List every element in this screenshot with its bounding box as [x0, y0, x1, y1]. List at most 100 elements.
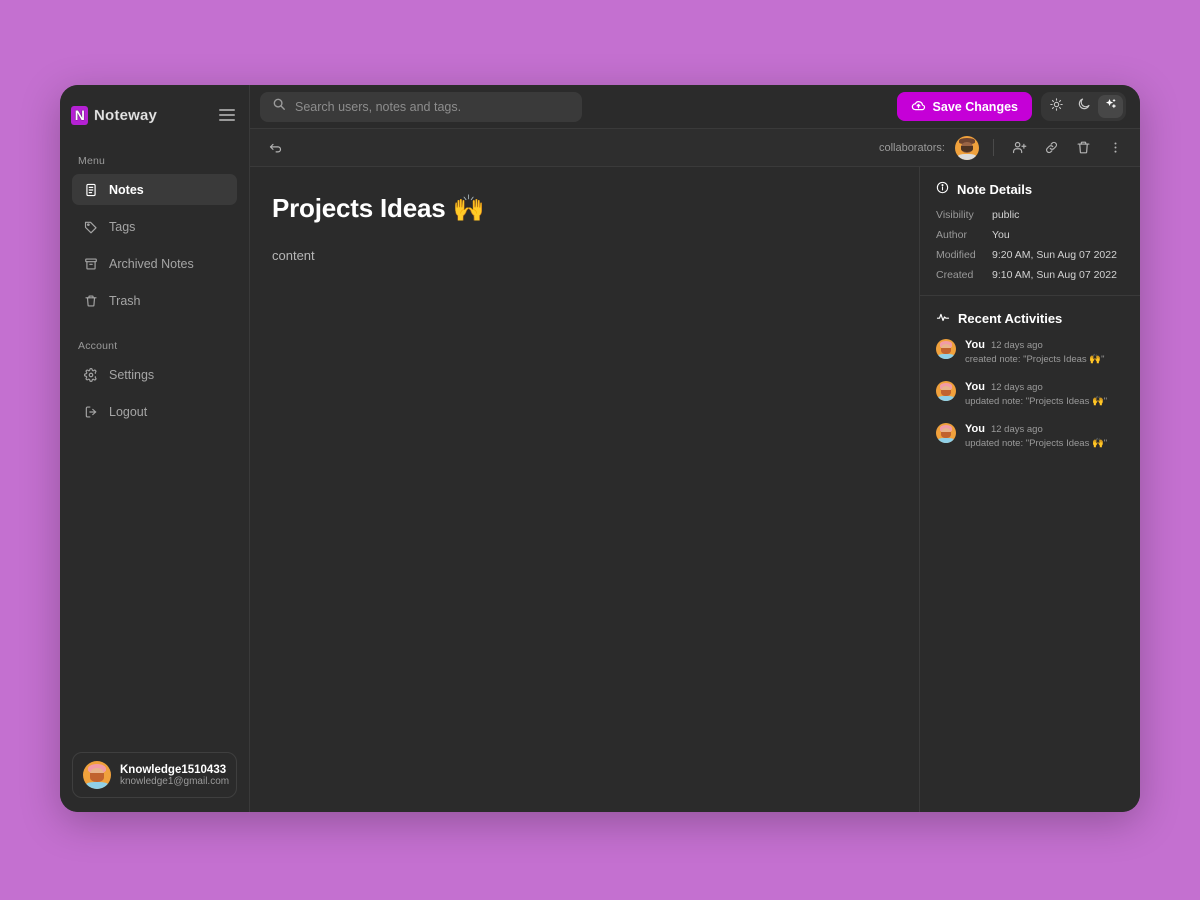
user-email: knowledge1@gmail.com	[120, 775, 230, 787]
recent-activities-title: Recent Activities	[958, 311, 1063, 326]
theme-dark-button[interactable]	[1071, 95, 1096, 118]
activity-author: You	[965, 381, 985, 393]
note-editor[interactable]: Projects Ideas 🙌 content	[250, 167, 920, 812]
activity-author: You	[965, 339, 985, 351]
logout-icon	[84, 405, 98, 419]
avatar	[936, 423, 956, 443]
sidebar-item-archived-notes[interactable]: Archived Notes	[72, 248, 237, 279]
save-changes-button[interactable]: Save Changes	[896, 92, 1032, 121]
sidebar-item-notes[interactable]: Notes	[72, 174, 237, 205]
top-bar: Save Changes	[250, 85, 1140, 129]
note-toolbar: collaborators:	[250, 129, 1140, 167]
detail-value: 9:10 AM, Sun Aug 07 2022	[992, 269, 1117, 281]
hamburger-menu-icon[interactable]	[219, 109, 235, 121]
activity-text: created note: "Projects Ideas 🙌"	[965, 354, 1105, 365]
note-title[interactable]: Projects Ideas 🙌	[272, 193, 897, 224]
back-arrow-icon[interactable]	[264, 137, 286, 159]
activity-header: You 12 days ago	[965, 381, 1107, 393]
toolbar-divider	[993, 139, 994, 156]
activity-time: 12 days ago	[990, 382, 1043, 393]
brand-badge-icon: N	[71, 105, 88, 125]
recent-activities-heading: Recent Activities	[936, 310, 1124, 327]
activity-item: You 12 days ago updated note: "Projects …	[936, 381, 1124, 407]
detail-key: Created	[936, 269, 974, 281]
sun-icon	[1050, 97, 1063, 116]
note-details-heading: Note Details	[936, 181, 1124, 197]
activity-body: You 12 days ago updated note: "Projects …	[965, 381, 1107, 407]
detail-row: Visibility public	[936, 209, 1124, 221]
topbar-right: Save Changes	[896, 92, 1126, 121]
cloud-upload-icon	[911, 98, 926, 116]
link-icon[interactable]	[1040, 137, 1062, 159]
note-icon	[84, 183, 98, 197]
app-window: N Noteway Menu Notes Tags Archived Notes…	[60, 85, 1140, 812]
sidebar-item-label: Archived Notes	[109, 256, 194, 271]
save-changes-label: Save Changes	[932, 99, 1018, 114]
activity-pulse-icon	[936, 310, 950, 327]
sidebar-item-settings[interactable]: Settings	[72, 359, 237, 390]
detail-value: 9:20 AM, Sun Aug 07 2022	[992, 249, 1117, 261]
detail-value: public	[992, 209, 1020, 221]
trash-icon[interactable]	[1072, 137, 1094, 159]
recent-activities-block: Recent Activities You 12 days ago create…	[920, 296, 1140, 463]
trash-icon	[84, 294, 98, 308]
sidebar-item-tags[interactable]: Tags	[72, 211, 237, 242]
tag-icon	[84, 220, 98, 234]
detail-row: Author You	[936, 229, 1124, 241]
user-meta: Knowledge1510433 knowledge1@gmail.com	[120, 764, 230, 787]
sidebar-item-label: Trash	[109, 293, 141, 308]
detail-key: Modified	[936, 249, 976, 261]
collaborator-avatar[interactable]	[955, 135, 979, 160]
body-split: Projects Ideas 🙌 content Note Details Vi…	[250, 167, 1140, 812]
activity-item: You 12 days ago updated note: "Projects …	[936, 423, 1124, 449]
detail-key: Author	[936, 229, 967, 241]
moon-icon	[1077, 97, 1091, 116]
brand-logo[interactable]: N Noteway	[71, 105, 158, 125]
theme-light-button[interactable]	[1044, 95, 1069, 118]
activity-time: 12 days ago	[990, 340, 1043, 351]
gear-icon	[84, 367, 98, 382]
search-icon	[272, 97, 286, 116]
avatar	[936, 339, 956, 359]
add-user-icon[interactable]	[1008, 137, 1030, 159]
avatar	[83, 761, 111, 789]
activity-time: 12 days ago	[990, 424, 1043, 435]
note-details-title: Note Details	[957, 181, 1033, 197]
theme-toggle-group	[1041, 92, 1126, 121]
sidebar-item-label: Settings	[109, 367, 155, 382]
collaborators-group: collaborators:	[878, 135, 1126, 160]
activity-text: updated note: "Projects Ideas 🙌"	[965, 396, 1108, 407]
archive-icon	[84, 257, 98, 271]
detail-row: Modified 9:20 AM, Sun Aug 07 2022	[936, 249, 1124, 261]
activity-author: You	[965, 423, 985, 435]
sidebar-item-logout[interactable]: Logout	[72, 396, 237, 427]
sidebar-item-trash[interactable]: Trash	[72, 285, 237, 316]
note-content[interactable]: content	[272, 248, 897, 263]
brand-name: Noteway	[94, 106, 158, 124]
search-input[interactable]	[295, 99, 570, 114]
brand-row: N Noteway	[60, 93, 249, 137]
note-details-block: Note Details Visibility public Author Yo…	[920, 167, 1140, 296]
main-column: Save Changes	[250, 85, 1140, 812]
sidebar-item-label: Notes	[109, 182, 144, 197]
detail-value: You	[992, 229, 1010, 241]
activity-body: You 12 days ago created note: "Projects …	[965, 339, 1105, 365]
more-vertical-icon[interactable]	[1104, 137, 1126, 159]
sidebar: N Noteway Menu Notes Tags Archived Notes…	[60, 85, 250, 812]
sidebar-item-label: Logout	[109, 404, 148, 419]
activity-header: You 12 days ago	[965, 423, 1107, 435]
collaborators-label: collaborators:	[878, 141, 945, 154]
account-section: Account Settings Logout	[60, 322, 249, 433]
activity-header: You 12 days ago	[965, 339, 1105, 351]
activity-body: You 12 days ago updated note: "Projects …	[965, 423, 1107, 449]
sparkles-icon	[1104, 97, 1118, 116]
user-profile-card[interactable]: Knowledge1510433 knowledge1@gmail.com	[72, 752, 237, 798]
menu-section: Menu Notes Tags Archived Notes Trash	[60, 137, 249, 322]
account-section-label: Account	[78, 340, 118, 352]
theme-auto-button[interactable]	[1098, 95, 1123, 118]
search-box[interactable]	[260, 91, 582, 122]
right-panel: Note Details Visibility public Author Yo…	[920, 167, 1140, 812]
activity-text: updated note: "Projects Ideas 🙌"	[965, 438, 1108, 449]
detail-key: Visibility	[936, 209, 974, 221]
